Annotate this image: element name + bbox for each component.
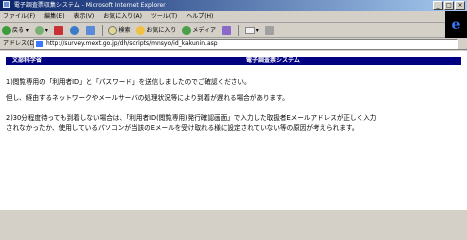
favorites-star-icon <box>136 26 146 35</box>
page-icon <box>36 41 43 47</box>
print-button[interactable] <box>264 23 275 38</box>
favorites-label: お気に入り <box>146 27 177 34</box>
media-icon <box>182 26 192 35</box>
search-label: 検索 <box>118 27 131 34</box>
home-button[interactable] <box>85 23 96 38</box>
address-input[interactable]: http://survey.mext.go.jp/dh/scripts/mnsy… <box>33 39 458 49</box>
stop-icon <box>53 26 63 35</box>
menu-bar: ファイル(F) 編集(E) 表示(V) お気に入り(A) ツール(T) ヘルプ(… <box>0 11 467 23</box>
forward-arrow-icon <box>34 26 44 35</box>
menu-help[interactable]: ヘルプ(H) <box>186 11 213 23</box>
search-button[interactable]: 検索 <box>108 23 131 38</box>
stop-button[interactable] <box>53 23 64 38</box>
close-button[interactable]: × <box>455 1 465 10</box>
home-icon <box>85 26 95 35</box>
back-button[interactable]: 戻る ▾ <box>2 23 29 38</box>
history-button[interactable] <box>221 23 232 38</box>
refresh-icon <box>69 26 79 35</box>
back-arrow-icon <box>2 26 11 35</box>
address-label: アドレス(D) <box>3 40 37 47</box>
favorites-button[interactable]: お気に入り <box>136 23 176 38</box>
window-controls: _ □ × <box>433 1 465 10</box>
history-icon <box>221 26 231 35</box>
minimize-button[interactable]: _ <box>433 1 443 10</box>
search-icon <box>108 26 118 35</box>
message-line-1: 1)閲覧専用の「利用者ID」と「パスワード」を送信しましたのでご確認ください。 <box>6 78 251 86</box>
system-name: 電子調査票システム <box>246 57 300 64</box>
mail-icon <box>244 27 255 34</box>
ministry-name: 文部科学省 <box>12 57 43 64</box>
ie-page-icon <box>3 1 10 8</box>
toolbar-separator <box>237 25 239 36</box>
refresh-button[interactable] <box>69 23 80 38</box>
media-label: メディア <box>192 27 216 34</box>
message-line-2: 但し、経由するネットワークやメールサーバの処理状況等により到着が遅れる場合があり… <box>6 94 289 102</box>
address-bar: アドレス(D) http://survey.mext.go.jp/dh/scri… <box>0 38 467 50</box>
title-bar: 電子調査票収集システム - Microsoft Internet Explore… <box>0 0 467 11</box>
page-content: 文部科学省 電子調査票システム 1)閲覧専用の「利用者ID」と「パスワード」を送… <box>0 51 467 210</box>
menu-view[interactable]: 表示(V) <box>73 11 94 23</box>
message-line-4: されなかったか、使用しているパソコンが当該のEメールを受け取れる様に設定されてい… <box>6 124 359 132</box>
ie-logo-icon: e <box>445 11 467 39</box>
toolbar: 戻る ▾ ▾ 検索 お気に入り メディア ▾ <box>0 23 445 38</box>
menu-file[interactable]: ファイル(F) <box>3 11 35 23</box>
menu-tools[interactable]: ツール(T) <box>151 11 177 23</box>
address-url: http://survey.mext.go.jp/dh/scripts/mnsy… <box>46 40 218 47</box>
back-label: 戻る <box>12 27 25 34</box>
window-title: 電子調査票収集システム - Microsoft Internet Explore… <box>13 2 166 9</box>
media-button[interactable]: メディア <box>182 23 216 38</box>
toolbar-separator <box>101 25 103 36</box>
maximize-button[interactable]: □ <box>444 1 454 10</box>
menu-favorites[interactable]: お気に入り(A) <box>103 11 142 23</box>
forward-button[interactable]: ▾ <box>34 23 48 38</box>
mail-button[interactable]: ▾ <box>244 23 259 38</box>
message-line-3: 2)30分程度待っても到着しない場合は、「利用者ID(閲覧専用)発行確認画面」で… <box>6 114 377 122</box>
printer-icon <box>264 26 274 35</box>
menu-edit[interactable]: 編集(E) <box>44 11 64 23</box>
page-header-bar: 文部科学省 電子調査票システム <box>6 57 461 65</box>
